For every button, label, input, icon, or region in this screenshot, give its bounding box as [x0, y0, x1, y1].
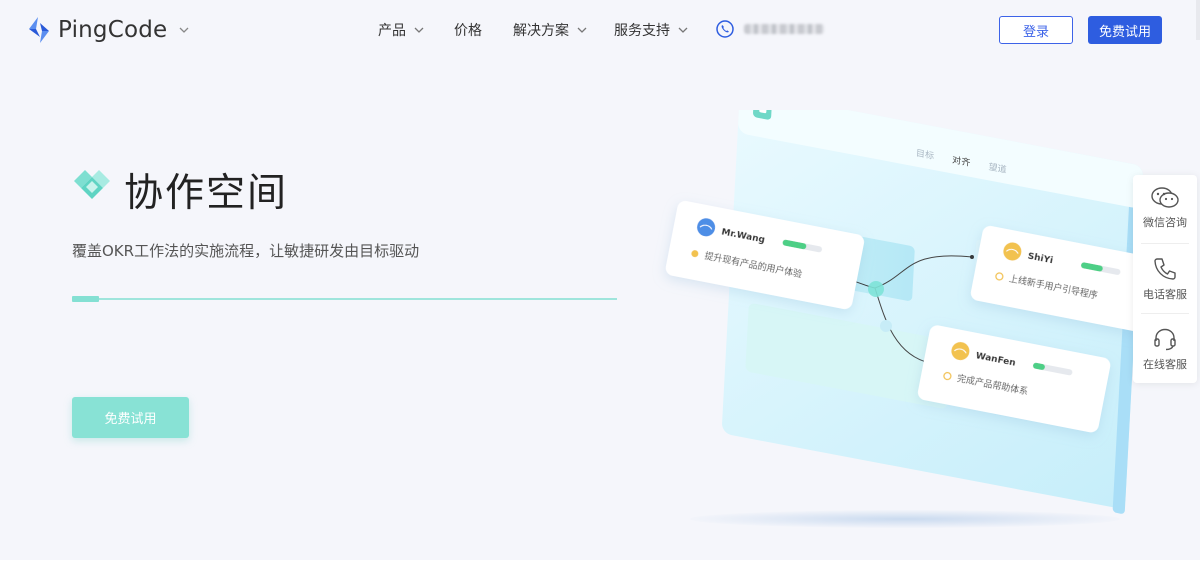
phone-number-redacted — [744, 24, 824, 34]
side-item-label: 在线客服 — [1143, 358, 1187, 371]
wechat-consult-button[interactable]: 微信咨询 — [1133, 175, 1197, 243]
top-navigation-bar: PingCode 产品 价格 解决方案 服务支持 登录 免费试用 — [0, 0, 1200, 60]
hero-free-trial-button[interactable]: 免费试用 — [72, 397, 189, 438]
chevron-down-icon — [414, 27, 424, 33]
handshake-icon — [74, 170, 110, 199]
okr-alignment-illustration: 目标 对齐 望道 Mr.Wang 提升现有产品的用户体验 ShiYi 上线新手用… — [665, 110, 1158, 514]
brand-name: PingCode — [58, 17, 168, 43]
nav-item-solutions[interactable]: 解决方案 — [513, 20, 587, 40]
carousel-progress-track — [72, 298, 617, 300]
connector-node — [868, 281, 884, 297]
free-trial-button[interactable]: 免费试用 — [1088, 16, 1162, 44]
side-item-label: 电话客服 — [1143, 288, 1187, 301]
phone-service-button[interactable]: 电话客服 — [1133, 245, 1197, 313]
nav-item-label: 服务支持 — [614, 23, 670, 39]
login-button[interactable]: 登录 — [999, 16, 1073, 44]
wechat-icon — [1151, 187, 1179, 208]
chevron-down-icon — [678, 27, 688, 33]
page-subtitle: 覆盖OKR工作法的实施流程，让敏捷研发由目标驱动 — [72, 242, 420, 260]
floating-contact-panel: 微信咨询 电话客服 在线客服 — [1133, 175, 1197, 383]
pingcode-logo[interactable]: PingCode — [26, 14, 189, 46]
nav-item-products[interactable]: 产品 — [378, 20, 424, 40]
page-title: 协作空间 — [124, 171, 289, 216]
phone-icon — [1154, 258, 1176, 280]
divider — [1141, 313, 1189, 314]
divider — [1141, 243, 1189, 244]
scrollbar[interactable] — [1196, 0, 1200, 40]
phone-icon — [716, 20, 734, 38]
nav-item-pricing[interactable]: 价格 — [454, 20, 482, 40]
chevron-down-icon — [577, 27, 587, 33]
nav-item-support[interactable]: 服务支持 — [614, 20, 688, 40]
side-item-label: 微信咨询 — [1143, 216, 1187, 229]
nav-item-label: 产品 — [378, 23, 406, 39]
chevron-down-icon — [179, 27, 189, 33]
page-bottom-strip — [0, 560, 1200, 584]
headset-icon — [1154, 328, 1176, 351]
nav-item-label: 解决方案 — [513, 23, 569, 39]
nav-item-label: 价格 — [454, 23, 482, 39]
carousel-progress-fill — [72, 296, 100, 302]
pingcode-logo-icon — [29, 17, 49, 43]
online-service-button[interactable]: 在线客服 — [1133, 315, 1197, 383]
contact-phone[interactable] — [716, 20, 824, 38]
